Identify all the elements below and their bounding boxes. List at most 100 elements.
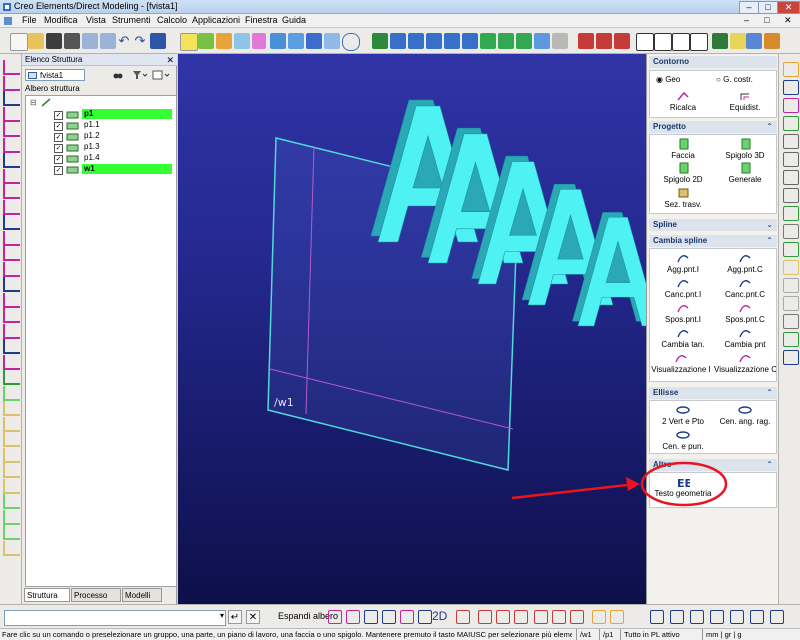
bottom-tool-icon[interactable] <box>690 610 704 624</box>
left-tool-icon[interactable] <box>3 292 20 308</box>
view-front-icon[interactable] <box>372 33 388 49</box>
left-tool-icon[interactable] <box>3 246 20 261</box>
spigolo2d-button[interactable]: Spigolo 2D <box>652 162 714 184</box>
page4-icon[interactable] <box>690 33 708 51</box>
undo-icon[interactable]: ↶ <box>116 33 132 49</box>
left-tool-icon[interactable] <box>3 401 20 416</box>
left-tool-icon[interactable] <box>3 463 20 478</box>
bottom-tool-icon[interactable] <box>534 610 548 624</box>
testo-geometria-button[interactable]: EE Testo geometria <box>652 476 714 498</box>
canc-pnt-c-button[interactable]: Canc.pnt.C <box>714 277 776 299</box>
bottom-tool-icon[interactable] <box>456 610 470 624</box>
spos-pnt-c-button[interactable]: Spos.pnt.C <box>714 302 776 324</box>
agg-pnt-i-button[interactable]: Agg.pnt.I <box>652 252 714 274</box>
part-icon[interactable] <box>198 33 214 49</box>
equidist-button[interactable]: Equidist. <box>714 90 776 112</box>
3d-viewport[interactable]: /w1 <box>178 54 646 604</box>
tree-item-p1-1[interactable]: ✓ p1.1 <box>26 120 174 131</box>
minimize-button[interactable]: – <box>739 1 759 14</box>
bottom-tool-icon[interactable] <box>552 610 566 624</box>
bottom-tool-icon[interactable] <box>650 610 664 624</box>
left-tool-icon[interactable] <box>3 91 20 106</box>
bottom-tool-icon[interactable] <box>418 610 432 624</box>
tree-item-p1[interactable]: ✓ p1 <box>26 109 174 120</box>
ricalca-button[interactable]: Ricalca <box>652 90 714 112</box>
bottom-tool-icon[interactable] <box>670 610 684 624</box>
left-tool-icon[interactable] <box>3 540 20 556</box>
view-right-icon[interactable] <box>408 33 424 49</box>
right-tool-icon[interactable] <box>783 278 799 293</box>
bottom-tool-icon[interactable] <box>610 610 624 624</box>
right-tool-icon[interactable] <box>783 224 799 239</box>
left-tool-icon[interactable] <box>3 432 20 447</box>
left-tool-icon[interactable] <box>3 525 20 540</box>
view-bottom-icon[interactable] <box>462 33 478 49</box>
save-pkg-icon[interactable] <box>64 33 80 49</box>
calculator-icon[interactable] <box>534 33 550 49</box>
radio-geo[interactable]: ◉ Geo <box>656 75 680 84</box>
right-tool-icon[interactable] <box>783 188 799 203</box>
view-back-icon[interactable] <box>444 33 460 49</box>
left-tool-icon[interactable] <box>3 137 20 153</box>
tree-root-expander[interactable]: ⊟ <box>30 98 37 107</box>
visibility-checkbox[interactable]: ✓ <box>54 133 63 142</box>
section-altro-header[interactable]: Altro ⌃ <box>649 459 777 471</box>
left-tool-icon[interactable] <box>3 494 20 509</box>
window-icon[interactable] <box>152 70 172 80</box>
pan-icon[interactable] <box>306 33 322 49</box>
left-tool-icon[interactable] <box>3 153 20 168</box>
render-icon[interactable] <box>746 33 762 49</box>
bottom-tool-icon[interactable] <box>710 610 724 624</box>
annotate-icon[interactable] <box>614 33 630 49</box>
copy-icon[interactable] <box>82 33 98 49</box>
filter-icon[interactable] <box>132 70 148 80</box>
bottom-tool-icon[interactable] <box>570 610 584 624</box>
right-tool-icon[interactable] <box>783 260 799 275</box>
fit-icon[interactable] <box>270 33 286 49</box>
left-tool-icon[interactable] <box>3 339 20 354</box>
menu-guida[interactable]: Guida <box>282 15 306 25</box>
chevron-down-icon[interactable]: ▾ <box>220 611 224 620</box>
bottom-tool-icon[interactable] <box>346 610 360 624</box>
view-top-icon[interactable] <box>390 33 406 49</box>
left-tool-icon[interactable] <box>3 168 20 184</box>
menu-finestra[interactable]: Finestra <box>245 15 278 25</box>
left-tool-icon[interactable] <box>3 385 20 401</box>
menu-vista[interactable]: Vista <box>86 15 106 25</box>
tab-struttura[interactable]: Struttura <box>24 588 70 602</box>
bottom-tool-icon[interactable] <box>592 610 606 624</box>
ellisse-2vert-button[interactable]: 2 Vert e Pto <box>652 404 714 426</box>
spigolo3d-button[interactable]: Spigolo 3D <box>714 138 776 160</box>
wire-icon[interactable] <box>516 33 532 49</box>
new-icon[interactable] <box>10 33 28 51</box>
left-tool-icon[interactable] <box>3 199 20 215</box>
zoom-icon[interactable] <box>288 33 304 49</box>
right-tool-icon[interactable] <box>783 332 799 347</box>
save-disk-icon[interactable] <box>150 33 166 49</box>
close-button[interactable]: ✕ <box>777 1 800 14</box>
menu-modifica[interactable]: Modifica <box>44 15 78 25</box>
section-cambia-spline-header[interactable]: Cambia spline ⌃ <box>649 235 777 247</box>
section-progetto-header[interactable]: Progetto ⌃ <box>649 121 777 133</box>
bottom-tool-icon[interactable] <box>382 610 396 624</box>
visibility-checkbox[interactable]: ✓ <box>54 122 63 131</box>
bottom-tool-icon[interactable] <box>328 610 342 624</box>
bottom-tool-icon[interactable] <box>400 610 414 624</box>
zoom-in-icon[interactable] <box>342 33 360 51</box>
agg-pnt-c-button[interactable]: Agg.pnt.C <box>714 252 776 274</box>
redo-icon[interactable]: ↷ <box>132 33 148 49</box>
left-tool-icon[interactable] <box>3 122 20 137</box>
ellisse-cen-pun-button[interactable]: Cen. e pun. <box>652 429 714 451</box>
left-tool-icon[interactable] <box>3 509 20 525</box>
visibility-checkbox[interactable]: ✓ <box>54 111 63 120</box>
menu-strumenti[interactable]: Strumenti <box>112 15 151 25</box>
grid-icon[interactable] <box>552 33 568 49</box>
view-left-icon[interactable] <box>426 33 442 49</box>
inner-minimize-button[interactable]: – <box>744 15 749 25</box>
menu-calcolo[interactable]: Calcolo <box>157 15 187 25</box>
bottom-tool-icon[interactable] <box>770 610 784 624</box>
section-spline-header[interactable]: Spline ⌄ <box>649 219 777 231</box>
tree-item-w1[interactable]: ✓ w1 <box>26 164 174 175</box>
bottom-tool-icon[interactable] <box>514 610 528 624</box>
view-iso-icon[interactable] <box>480 33 496 49</box>
